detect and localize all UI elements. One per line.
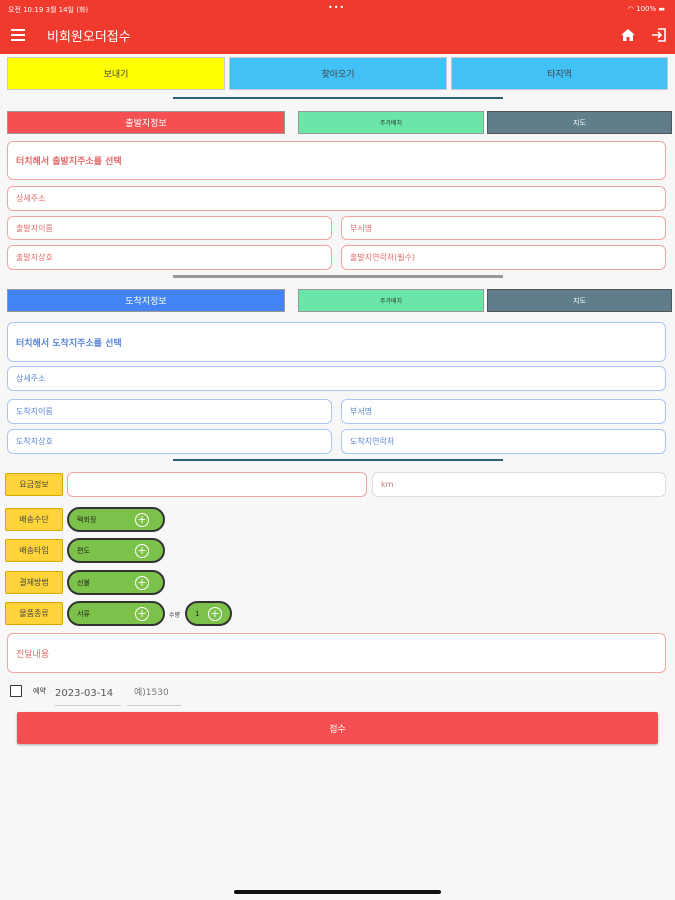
origin-contact-input[interactable]: 출발지연락처(필수) bbox=[341, 245, 666, 270]
payment-method-select[interactable]: 선불 + bbox=[67, 570, 165, 595]
item-type-label: 물품종류 bbox=[5, 602, 63, 625]
quantity-value: 1 bbox=[195, 609, 200, 618]
plus-circle-icon[interactable]: + bbox=[135, 513, 149, 527]
quantity-stepper[interactable]: 1 + bbox=[185, 601, 232, 626]
item-type-value: 서류 bbox=[77, 609, 90, 618]
home-indicator bbox=[234, 890, 441, 894]
plus-circle-icon[interactable]: + bbox=[135, 576, 149, 590]
status-time: 오전 10:19 3월 14일 (화) bbox=[8, 6, 89, 14]
origin-name-input[interactable]: 출발지이름 bbox=[7, 216, 332, 240]
tab-other-region[interactable]: 타지역 bbox=[451, 57, 668, 90]
app-title: 비회원오더접수 bbox=[47, 30, 131, 45]
reservation-date-input[interactable]: 2023-03-14 bbox=[55, 688, 121, 706]
delivery-method-label: 배송수단 bbox=[5, 508, 63, 531]
destination-address-select[interactable]: 터치해서 도착지주소를 선택 bbox=[7, 322, 666, 362]
fare-input[interactable] bbox=[67, 472, 367, 497]
reservation-checkbox[interactable] bbox=[10, 685, 22, 697]
payment-method-label: 결제방법 bbox=[5, 571, 63, 594]
menu-icon[interactable] bbox=[11, 29, 25, 41]
plus-circle-icon[interactable]: + bbox=[208, 607, 222, 621]
destination-company-input[interactable]: 도착지상호 bbox=[7, 429, 332, 454]
origin-map-button[interactable]: 지도 bbox=[487, 111, 672, 134]
status-bar: 오전 10:19 3월 14일 (화) ••• ◠ 100% ▬ bbox=[0, 0, 675, 18]
delivery-type-select[interactable]: 편도 + bbox=[67, 538, 165, 563]
divider bbox=[173, 275, 503, 278]
submit-button[interactable]: 접수 bbox=[17, 712, 658, 744]
battery-icon: ▬ bbox=[658, 5, 665, 13]
plus-circle-icon[interactable]: + bbox=[135, 544, 149, 558]
divider bbox=[173, 459, 503, 461]
reservation-time-input[interactable]: 예)1530 bbox=[127, 685, 181, 706]
app-bar: 비회원오더접수 bbox=[0, 18, 675, 54]
destination-detail-address-input[interactable]: 상세주소 bbox=[7, 366, 666, 391]
multitasking-dots-icon: ••• bbox=[328, 3, 346, 12]
tab-pickup[interactable]: 찾아오기 bbox=[229, 57, 447, 90]
distance-input[interactable]: km bbox=[372, 472, 666, 497]
divider bbox=[173, 97, 503, 99]
origin-section-title: 출발지정보 bbox=[7, 111, 285, 134]
origin-detail-address-input[interactable]: 상세주소 bbox=[7, 186, 666, 211]
wifi-icon: ◠ bbox=[627, 5, 634, 13]
plus-circle-icon[interactable]: + bbox=[135, 607, 149, 621]
memo-input[interactable]: 전달내용 bbox=[7, 633, 666, 673]
home-icon[interactable] bbox=[620, 27, 636, 43]
destination-name-input[interactable]: 도착지이름 bbox=[7, 399, 332, 424]
destination-contact-input[interactable]: 도착지연락처 bbox=[341, 429, 666, 454]
origin-department-input[interactable]: 부서명 bbox=[341, 216, 666, 240]
origin-company-input[interactable]: 출발지상호 bbox=[7, 245, 332, 270]
tab-send[interactable]: 보내기 bbox=[7, 57, 225, 90]
destination-department-input[interactable]: 부서명 bbox=[341, 399, 666, 424]
exit-icon[interactable] bbox=[651, 27, 667, 43]
origin-add-button[interactable]: 주가배치 bbox=[298, 111, 484, 134]
delivery-method-select[interactable]: 택회정 + bbox=[67, 507, 165, 532]
quantity-label: 수량 bbox=[169, 612, 181, 619]
fare-label: 요금정보 bbox=[5, 473, 63, 496]
reservation-label: 예약 bbox=[33, 687, 46, 695]
delivery-type-value: 편도 bbox=[77, 546, 90, 555]
delivery-type-label: 배송타입 bbox=[5, 539, 63, 562]
delivery-method-value: 택회정 bbox=[77, 515, 97, 524]
payment-method-value: 선불 bbox=[77, 578, 90, 587]
status-battery: ◠ 100% ▬ bbox=[627, 5, 665, 13]
origin-address-select[interactable]: 터치해서 출발지주소를 선택 bbox=[7, 141, 666, 180]
destination-add-button[interactable]: 주가배치 bbox=[298, 289, 484, 312]
item-type-select[interactable]: 서류 + bbox=[67, 601, 165, 626]
destination-section-title: 도착지정보 bbox=[7, 289, 285, 312]
destination-map-button[interactable]: 지도 bbox=[487, 289, 672, 312]
